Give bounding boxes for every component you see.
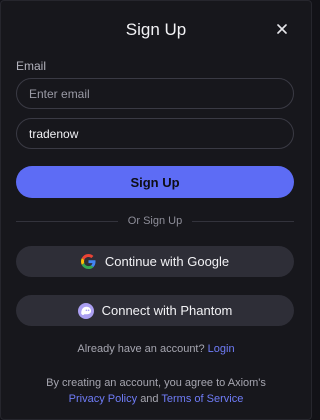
terms-of-service-link[interactable]: Terms of Service (161, 393, 243, 405)
phantom-button-label: Connect with Phantom (101, 303, 233, 318)
close-icon (277, 24, 287, 34)
login-link[interactable]: Login (208, 343, 235, 355)
username-field-wrapper: tradenow (16, 118, 294, 149)
terms-links-line: Privacy Policy and Terms of Service (1, 391, 311, 407)
terms-notice: By creating an account, you agree to Axi… (1, 375, 311, 407)
terms-and-text: and (140, 393, 159, 405)
modal-title: Sign Up (125, 20, 187, 39)
close-button[interactable] (273, 20, 291, 38)
privacy-policy-link[interactable]: Privacy Policy (69, 393, 137, 405)
google-icon (81, 254, 97, 270)
login-prompt-text: Already have an account? (77, 343, 205, 355)
email-field-wrapper (16, 78, 294, 109)
connect-with-phantom-button[interactable]: Connect with Phantom (16, 295, 294, 326)
phantom-icon (77, 302, 94, 319)
username-field[interactable]: tradenow (29, 127, 78, 141)
signup-modal: Sign Up Email tradenow Sign Up Or Sign U… (0, 0, 312, 420)
google-button-label: Continue with Google (104, 254, 230, 269)
login-prompt: Already have an account? Login (1, 343, 311, 355)
terms-prefix: By creating an account, you agree to Axi… (46, 377, 266, 389)
or-divider: Or Sign Up (16, 213, 295, 229)
divider-line-right (192, 220, 295, 222)
email-field[interactable] (29, 86, 281, 101)
divider-line-left (16, 220, 118, 222)
sign-up-button[interactable]: Sign Up (16, 166, 294, 198)
continue-with-google-button[interactable]: Continue with Google (16, 246, 294, 277)
email-label: Email (16, 59, 47, 73)
divider-text: Or Sign Up (127, 215, 183, 227)
